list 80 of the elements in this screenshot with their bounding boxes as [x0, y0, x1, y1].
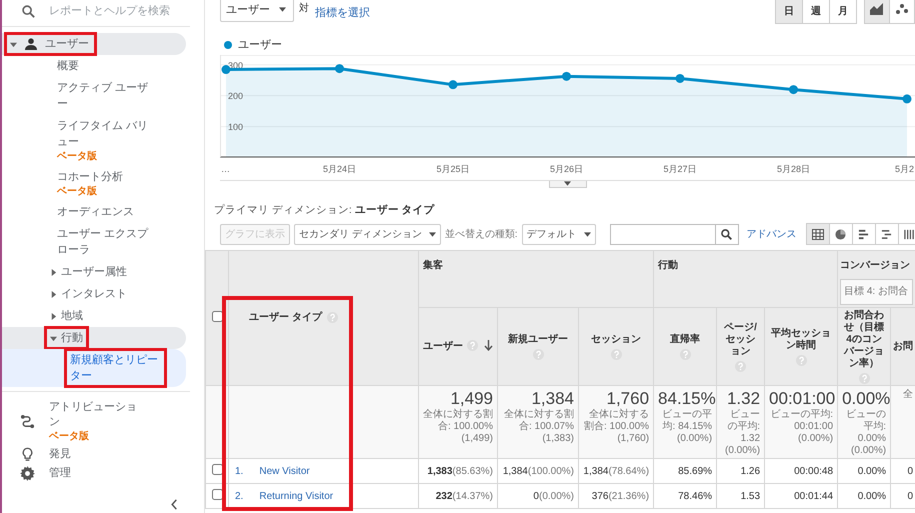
table-cell: 0.00% [838, 458, 891, 484]
table-cell: 78.46% [654, 484, 717, 508]
column-group-header: コンバージョン [840, 260, 910, 271]
table-cell: 1,384(100.00%) [498, 458, 578, 484]
x-axis-label: … [221, 164, 230, 174]
table-cell: 0.00% [838, 484, 891, 508]
beta-label: ベータ版 [57, 150, 98, 163]
row-index: 2. [235, 490, 244, 502]
nav-item[interactable]: ライフタイム バリュー ベータ版 [2, 115, 186, 166]
advanced-link[interactable]: アドバンス [746, 227, 797, 241]
total-note: ビューの平均: 0.00% (0.00%) [845, 409, 886, 457]
nav-item[interactable]: 地域 [2, 305, 186, 327]
total-note: 全体に対する割合: 100.00% (1,760) [583, 409, 650, 445]
total-value: 1,499 [449, 389, 493, 408]
table-cell: 376(21.36%) [578, 484, 654, 508]
total-value: 1.32 [726, 389, 760, 409]
nav-item[interactable]: コホート分析 ベータ版 [2, 166, 186, 201]
nav-item[interactable]: 管理 [2, 464, 204, 483]
table-cell: 85.69% [654, 458, 717, 484]
nav-item[interactable]: アトリビューション ベータ版 [2, 398, 204, 445]
column-group-header: 行動 [658, 260, 678, 271]
beta-label: ベータ版 [49, 430, 90, 443]
total-note: 全体に対する割合: 100.00% (1,499) [423, 409, 493, 445]
column-header[interactable]: 直帰率 [670, 334, 700, 346]
sort-type-label: 並べ替えの種類: [444, 228, 518, 241]
period-tab[interactable]: 月 [829, 0, 857, 24]
metric-dropdown[interactable]: ユーザー [220, 0, 294, 22]
x-axis-label: 5月24日 [322, 164, 356, 174]
total-note: 全体に対する割合: 100.07% (1,383) [503, 409, 574, 445]
x-axis-label: 5月26日 [550, 164, 584, 174]
metric-picker-link[interactable]: 指標を選択 [315, 5, 370, 20]
total-note: 全 [902, 389, 914, 401]
nav-item[interactable]: 行動 [2, 327, 186, 349]
nav-item[interactable]: 発見 [2, 445, 204, 464]
nav-item[interactable]: アクティブ ユーザー [2, 77, 186, 115]
table-cell: 232(14.37%) [418, 484, 498, 508]
beta-label: ベータ版 [57, 185, 98, 198]
total-value: 1,760 [605, 389, 650, 408]
table-cell: 00:01:44 [764, 484, 838, 508]
row-link[interactable]: New Visitor [259, 466, 310, 476]
column-header[interactable]: ユーザー [423, 340, 463, 353]
goal-dropdown[interactable]: 目標 4: お問合 [840, 279, 914, 305]
table-cell: 1,383(85.63%) [418, 458, 498, 484]
column-group-header: 集客 [423, 260, 443, 271]
table-cell: 1.53 [716, 484, 765, 508]
legend-label: ユーザー [238, 38, 282, 52]
column-header[interactable]: セッション [591, 334, 642, 346]
nav-item[interactable]: 概要 [2, 55, 186, 77]
sort-type-dropdown[interactable]: デフォルト [522, 224, 596, 244]
period-tab[interactable]: 日 [775, 0, 803, 24]
table-cell: 1,384(78.64%) [578, 458, 654, 484]
nav-section[interactable]: ユーザー [2, 33, 186, 55]
versus-label: 対 [299, 2, 309, 15]
total-value: 00:01:00 [769, 389, 834, 409]
x-axis-label: 5月2 [894, 164, 914, 174]
nav-item[interactable]: オーディエンス [2, 201, 186, 223]
total-note: ビューの平均: 84.15% (0.00%) [661, 409, 712, 445]
secondary-dimension-dropdown[interactable]: セカンダリ ディメンション [294, 224, 441, 244]
table-cell: 1.26 [716, 458, 765, 484]
table-cell: 00:00:48 [764, 458, 838, 484]
primary-dimension-label: プライマリ ディメンション: ユーザー タイプ [214, 204, 435, 216]
row-link[interactable]: Returning Visitor [259, 490, 334, 502]
nav-item[interactable]: インタレスト [2, 283, 186, 305]
nav-item[interactable]: ユーザー属性 [2, 261, 186, 283]
total-value: 1,384 [530, 389, 574, 408]
x-axis-label: 5月28日 [776, 164, 810, 174]
search-field[interactable]: レポートとヘルプを検索 [49, 5, 199, 17]
total-note: ビューの平均: 00:01:00 (0.00%) [769, 409, 834, 445]
x-axis-label: 5月25日 [436, 164, 470, 174]
column-header[interactable]: お問 [893, 340, 914, 352]
row-index: 1. [235, 466, 244, 476]
column-header[interactable]: 新規ユーザー [508, 334, 568, 346]
total-note: ビューの平均: 1.32 (0.00%) [724, 409, 760, 457]
x-axis-label: 5月27日 [663, 164, 697, 174]
table-cell: 0(0.00%) [498, 484, 578, 508]
nav-item[interactable]: 新規顧客とリピーター [2, 349, 186, 387]
nav-item[interactable]: ユーザー エクスプローラ [2, 223, 186, 261]
y-axis-label: 100 [228, 122, 244, 132]
column-header[interactable]: ユーザー タイプ [249, 312, 322, 324]
y-axis-label: 200 [228, 91, 244, 102]
